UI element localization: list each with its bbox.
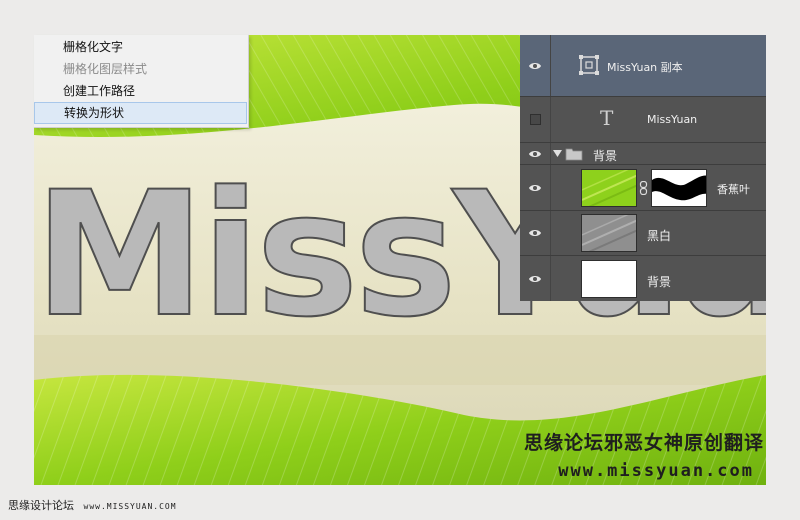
layer-thumbnail <box>581 169 637 207</box>
text-layer-icon: T <box>600 106 614 130</box>
layer-name: 背景 <box>593 149 618 163</box>
layer-thumbnail <box>581 260 637 298</box>
expand-triangle-icon[interactable] <box>553 150 562 158</box>
visibility-toggle[interactable] <box>520 211 551 255</box>
visibility-toggle[interactable] <box>520 97 551 142</box>
link-chain-icon[interactable] <box>639 181 648 195</box>
layer-row-missyuan-copy[interactable]: MissYuan 副本 <box>520 35 766 97</box>
eye-icon <box>529 62 541 69</box>
layer-name: 黑白 <box>647 229 672 243</box>
menu-item-convert-to-shape[interactable]: 转换为形状 <box>34 102 247 124</box>
layer-name: 背景 <box>647 275 672 289</box>
visibility-toggle[interactable] <box>520 35 551 96</box>
menu-item-rasterize-layer-style[interactable]: 栅格化图层样式 <box>34 58 247 80</box>
layer-name: MissYuan <box>647 113 698 126</box>
layer-name: MissYuan 副本 <box>607 61 683 74</box>
layer-row-black-white[interactable]: 黑白 <box>520 211 766 256</box>
layer-row-group-background[interactable]: 背景 <box>520 143 766 165</box>
visibility-toggle[interactable] <box>520 143 551 164</box>
layer-context-menu: 栅格化文字 栅格化图层样式 创建工作路径 转换为形状 <box>34 35 249 128</box>
footer-site-name: 思缘设计论坛 <box>8 499 74 512</box>
eye-icon <box>529 184 541 191</box>
layer-thumbnail <box>581 214 637 252</box>
menu-item-rasterize-type[interactable]: 栅格化文字 <box>34 36 247 58</box>
layer-mask-thumbnail[interactable] <box>651 169 707 207</box>
layer-row-missyuan-text[interactable]: T MissYuan <box>520 97 766 143</box>
menu-item-create-work-path[interactable]: 创建工作路径 <box>34 80 247 102</box>
eye-icon <box>529 275 541 282</box>
layers-panel: MissYuan 副本 T MissYuan 背景 香蕉叶 黑白 背景 <box>520 35 766 301</box>
watermark-chinese: 思缘论坛邪恶女神原创翻译 <box>523 432 764 454</box>
smart-object-icon <box>579 55 599 75</box>
eye-icon <box>529 230 541 236</box>
eye-icon <box>529 150 541 157</box>
visibility-off-box-icon <box>529 114 541 125</box>
folder-icon <box>565 148 583 161</box>
layer-name: 香蕉叶 <box>717 183 750 196</box>
visibility-toggle[interactable] <box>520 256 551 301</box>
layer-row-banana-leaf[interactable]: 香蕉叶 <box>520 165 766 211</box>
watermark-url: www.missyuan.com <box>558 461 754 481</box>
footer-site-url[interactable]: www.MISSYUAN.COM <box>84 502 177 511</box>
visibility-toggle[interactable] <box>520 165 551 210</box>
footer-credit: 思缘设计论坛 www.MISSYUAN.COM <box>8 497 177 513</box>
layer-row-background[interactable]: 背景 <box>520 256 766 301</box>
